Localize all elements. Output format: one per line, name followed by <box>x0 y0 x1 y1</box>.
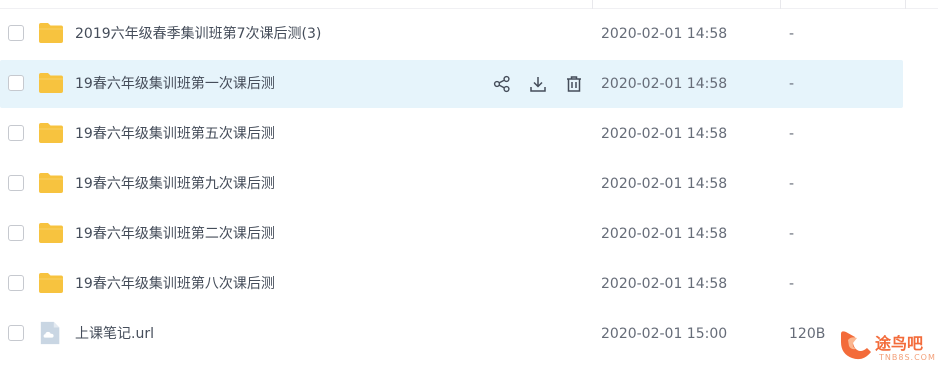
file-size: - <box>789 76 795 92</box>
modified-date: 2020-02-01 14:58 <box>601 276 728 292</box>
folder-icon <box>39 73 63 93</box>
file-row[interactable]: 19春六年级集训班第二次课后测 2020-02-01 14:58 - <box>0 210 903 258</box>
file-row[interactable]: 上课笔记.url 2020-02-01 15:00 120B <box>0 310 903 358</box>
row-checkbox[interactable] <box>8 75 24 91</box>
row-checkbox[interactable] <box>8 225 24 241</box>
file-row[interactable]: 19春六年级集训班第八次课后测 2020-02-01 14:58 - <box>0 260 903 308</box>
url-file-icon <box>40 321 60 345</box>
modified-date: 2020-02-01 15:00 <box>601 326 728 342</box>
modified-date: 2020-02-01 14:58 <box>601 76 728 92</box>
modified-date: 2020-02-01 14:58 <box>601 176 728 192</box>
download-icon[interactable] <box>526 72 550 96</box>
file-row[interactable]: 2019六年级春季集训班第7次课后测(3) 2020-02-01 14:58 - <box>0 10 903 58</box>
file-name[interactable]: 19春六年级集训班第八次课后测 <box>75 260 275 308</box>
file-size: 120B <box>789 326 826 342</box>
row-checkbox[interactable] <box>8 275 24 291</box>
file-size: - <box>789 126 795 142</box>
folder-icon <box>39 273 63 293</box>
file-name[interactable]: 19春六年级集训班第九次课后测 <box>75 160 275 208</box>
row-checkbox[interactable] <box>8 125 24 141</box>
modified-date: 2020-02-01 14:58 <box>601 226 728 242</box>
column-divider <box>780 0 781 9</box>
file-name[interactable]: 19春六年级集训班第五次课后测 <box>75 110 275 158</box>
file-size: - <box>789 176 795 192</box>
file-name[interactable]: 19春六年级集训班第一次课后测 <box>75 60 275 108</box>
file-size: - <box>789 226 795 242</box>
file-row[interactable]: 19春六年级集训班第九次课后测 2020-02-01 14:58 - <box>0 160 903 208</box>
modified-date: 2020-02-01 14:58 <box>601 126 728 142</box>
file-name[interactable]: 上课笔记.url <box>75 310 154 358</box>
watermark-logo-icon <box>841 331 871 360</box>
column-divider <box>592 0 593 9</box>
table-header-strip <box>0 0 938 9</box>
file-name[interactable]: 2019六年级春季集训班第7次课后测(3) <box>75 10 321 58</box>
row-actions <box>490 72 586 96</box>
file-row[interactable]: 19春六年级集训班第五次课后测 2020-02-01 14:58 - <box>0 110 903 158</box>
share-icon[interactable] <box>490 72 514 96</box>
row-checkbox[interactable] <box>8 25 24 41</box>
folder-icon <box>39 123 63 143</box>
folder-icon <box>39 223 63 243</box>
file-size: - <box>789 276 795 292</box>
file-row-hovered[interactable]: 19春六年级集训班第一次课后测 2020-02-01 14:58 - <box>0 60 903 108</box>
modified-date: 2020-02-01 14:58 <box>601 26 728 42</box>
watermark-text: 途鸟吧 <box>875 334 924 353</box>
site-watermark: 途鸟吧 TNB8S.COM <box>835 326 938 368</box>
file-name[interactable]: 19春六年级集训班第二次课后测 <box>75 210 275 258</box>
delete-icon[interactable] <box>562 72 586 96</box>
watermark-subtext: TNB8S.COM <box>879 353 936 362</box>
folder-icon <box>39 173 63 193</box>
row-checkbox[interactable] <box>8 175 24 191</box>
column-divider <box>905 0 906 9</box>
row-checkbox[interactable] <box>8 325 24 341</box>
folder-icon <box>39 23 63 43</box>
file-size: - <box>789 26 795 42</box>
